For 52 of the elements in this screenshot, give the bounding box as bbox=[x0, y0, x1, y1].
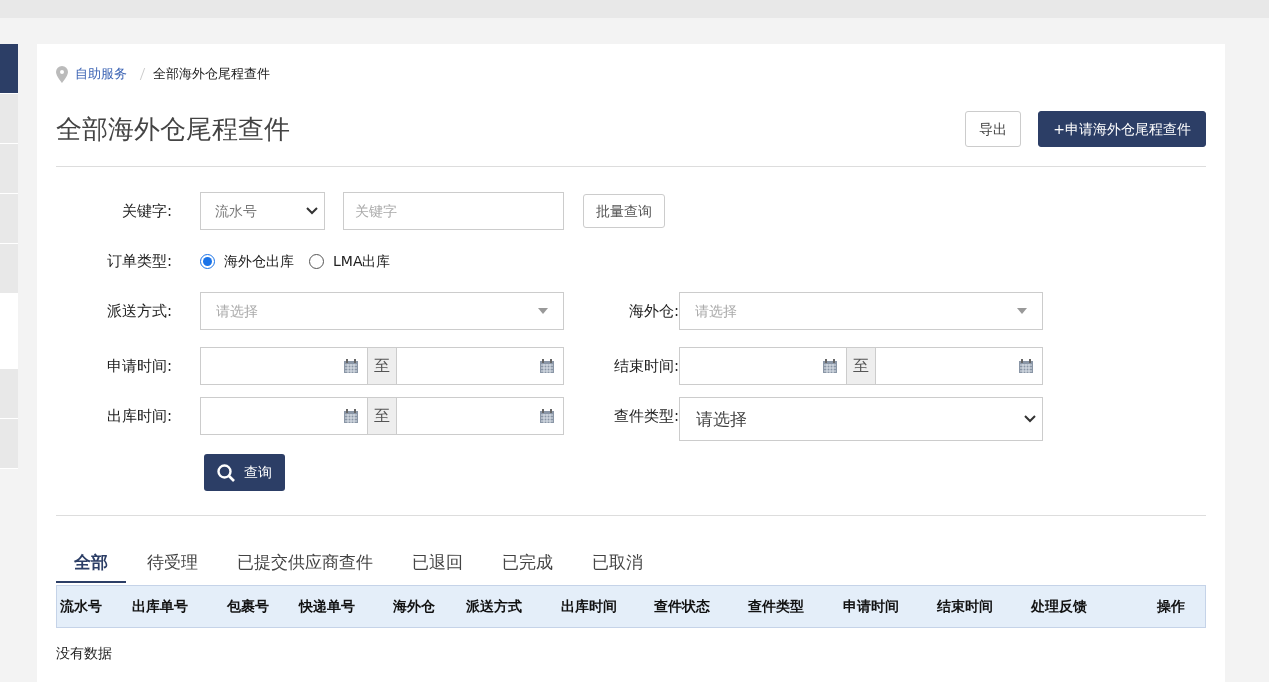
export-button[interactable]: 导出 bbox=[965, 111, 1022, 147]
column-header: 出库时间 bbox=[560, 597, 618, 616]
tab[interactable]: 已完成 bbox=[484, 545, 571, 583]
column-header: 派送方式 bbox=[465, 597, 523, 616]
column-header: 出库单号 bbox=[131, 597, 189, 616]
field-label: 结束时间: bbox=[612, 355, 679, 377]
batch-query-button[interactable]: 批量查询 bbox=[583, 194, 665, 228]
caret-icon bbox=[1017, 308, 1027, 314]
column-header: 结束时间 bbox=[936, 597, 994, 616]
column-header: 快递单号 bbox=[297, 597, 356, 616]
search-button[interactable]: 查询 bbox=[204, 454, 285, 491]
column-header: 查件类型 bbox=[747, 597, 805, 616]
breadcrumb-current: 全部海外仓尾程查件 bbox=[153, 65, 270, 84]
tab[interactable]: 待受理 bbox=[129, 545, 216, 583]
tab[interactable]: 全部 bbox=[56, 545, 126, 583]
sidebar-item[interactable] bbox=[0, 94, 18, 144]
column-header: 处理反馈 bbox=[1030, 597, 1088, 616]
radio-label: LMA出库 bbox=[333, 251, 391, 271]
column-header: 包裹号 bbox=[226, 597, 270, 616]
select-value: 请选择 bbox=[696, 408, 747, 432]
column-header: 操作 bbox=[1156, 597, 1186, 616]
field-label: 出库时间: bbox=[105, 406, 172, 427]
page-title: 全部海外仓尾程查件 bbox=[56, 112, 290, 146]
location-pin-icon bbox=[56, 65, 68, 83]
caret-icon bbox=[1024, 415, 1036, 423]
placeholder-text: 请选择 bbox=[695, 301, 737, 321]
apply-button[interactable]: +申请海外仓尾程查件 bbox=[1038, 111, 1206, 147]
sidebar-item[interactable] bbox=[0, 44, 18, 94]
inquiry-type-select[interactable]: 请选择 bbox=[679, 397, 1043, 441]
tab[interactable]: 已提交供应商查件 bbox=[219, 545, 391, 583]
caret-icon bbox=[538, 308, 548, 314]
select-value: 流水号 bbox=[215, 201, 257, 221]
column-header: 申请时间 bbox=[842, 597, 900, 616]
caret-icon bbox=[306, 207, 318, 215]
column-header: 查件状态 bbox=[653, 597, 711, 616]
breadcrumb-link[interactable]: 自助服务 bbox=[75, 64, 127, 84]
column-header: 流水号 bbox=[59, 597, 103, 616]
type-select[interactable]: 流水号 bbox=[200, 192, 325, 230]
keyword-input[interactable]: 关键字 bbox=[343, 192, 564, 230]
field-label: 派送方式: bbox=[105, 300, 172, 322]
column-header: 海外仓 bbox=[392, 597, 436, 616]
field-label: 申请时间: bbox=[105, 355, 172, 377]
tab[interactable]: 已取消 bbox=[574, 545, 661, 583]
field-label: 订单类型: bbox=[105, 250, 172, 272]
radio-label: 海外仓出库 bbox=[224, 251, 294, 271]
tab[interactable]: 已退回 bbox=[394, 545, 481, 583]
field-label: 关键字: bbox=[120, 200, 172, 222]
empty-message: 没有数据 bbox=[56, 644, 113, 663]
placeholder-text: 请选择 bbox=[216, 301, 258, 321]
field-label: 查件类型: bbox=[612, 406, 679, 427]
search-icon bbox=[217, 463, 235, 482]
field-label: 海外仓: bbox=[627, 300, 679, 322]
